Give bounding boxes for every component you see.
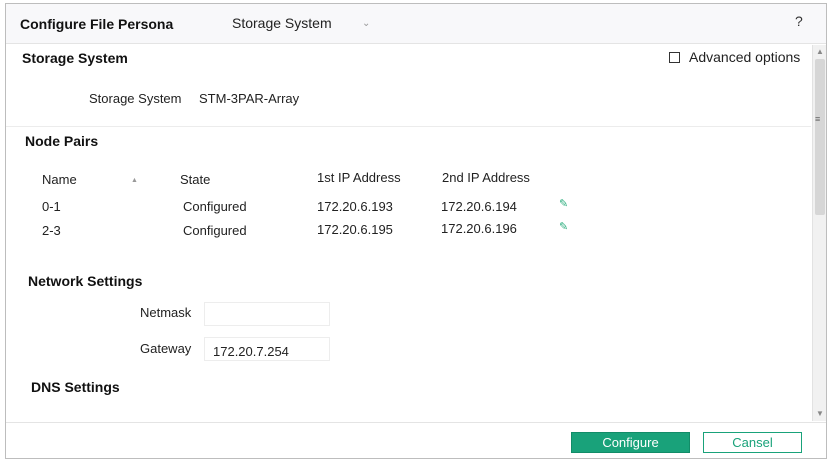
- grip-icon: ≡: [815, 114, 821, 124]
- node-pair-ip1: 172.20.6.193: [317, 199, 393, 214]
- dialog-header: Configure File Persona Storage System ⌄ …: [6, 4, 826, 44]
- configure-button[interactable]: Configure: [571, 432, 690, 453]
- advanced-options-checkbox[interactable]: Advanced options: [669, 49, 800, 65]
- dialog-footer: Configure Cansel: [6, 422, 826, 458]
- node-pair-ip1: 172.20.6.195: [317, 222, 393, 237]
- column-header-name[interactable]: Name: [42, 172, 77, 187]
- cancel-button[interactable]: Cansel: [703, 432, 802, 453]
- column-header-2nd-ip[interactable]: 2nd IP Address: [442, 170, 530, 185]
- advanced-options-label: Advanced options: [689, 49, 801, 65]
- storage-system-heading: Storage System: [22, 50, 128, 66]
- dns-settings-heading: DNS Settings: [31, 379, 120, 395]
- storage-system-label: Storage System: [89, 91, 182, 106]
- checkbox-icon[interactable]: [669, 51, 680, 63]
- pencil-icon[interactable]: ✎: [559, 197, 568, 210]
- vertical-scrollbar[interactable]: ▲ ≡ ▼: [812, 45, 826, 421]
- gateway-label: Gateway: [140, 341, 192, 356]
- network-settings-heading: Network Settings: [28, 273, 143, 289]
- gateway-input[interactable]: 172.20.7.254: [204, 337, 330, 361]
- column-header-1st-ip[interactable]: 1st IP Address: [317, 170, 401, 185]
- pencil-icon[interactable]: ✎: [559, 220, 568, 233]
- node-pairs-heading: Node Pairs: [25, 133, 99, 149]
- scrollbar-thumb[interactable]: [815, 59, 825, 215]
- node-pair-state: Configured: [183, 223, 247, 238]
- node-pair-name: 0-1: [42, 199, 61, 214]
- configure-file-persona-dialog: Configure File Persona Storage System ⌄ …: [5, 3, 827, 459]
- dialog-content: Storage System Advanced options Storage …: [6, 45, 811, 420]
- sort-ascending-icon[interactable]: ▲: [131, 177, 138, 184]
- netmask-label: Netmask: [140, 305, 192, 320]
- scroll-up-icon[interactable]: ▲: [816, 47, 824, 56]
- divider: [6, 126, 811, 127]
- node-pair-ip2: 172.20.6.194: [441, 199, 517, 214]
- scroll-down-icon[interactable]: ▼: [816, 409, 824, 418]
- chevron-down-icon[interactable]: ⌄: [362, 18, 370, 29]
- dialog-title: Configure File Persona: [20, 16, 174, 32]
- column-header-state[interactable]: State: [180, 172, 210, 187]
- section-selector[interactable]: Storage System: [232, 15, 332, 31]
- storage-system-value: STM-3PAR-Array: [199, 91, 300, 106]
- netmask-input[interactable]: [204, 302, 330, 326]
- help-button[interactable]: ?: [795, 13, 803, 29]
- node-pair-ip2: 172.20.6.196: [441, 221, 517, 236]
- node-pair-state: Configured: [183, 199, 247, 214]
- node-pair-name: 2-3: [42, 223, 61, 238]
